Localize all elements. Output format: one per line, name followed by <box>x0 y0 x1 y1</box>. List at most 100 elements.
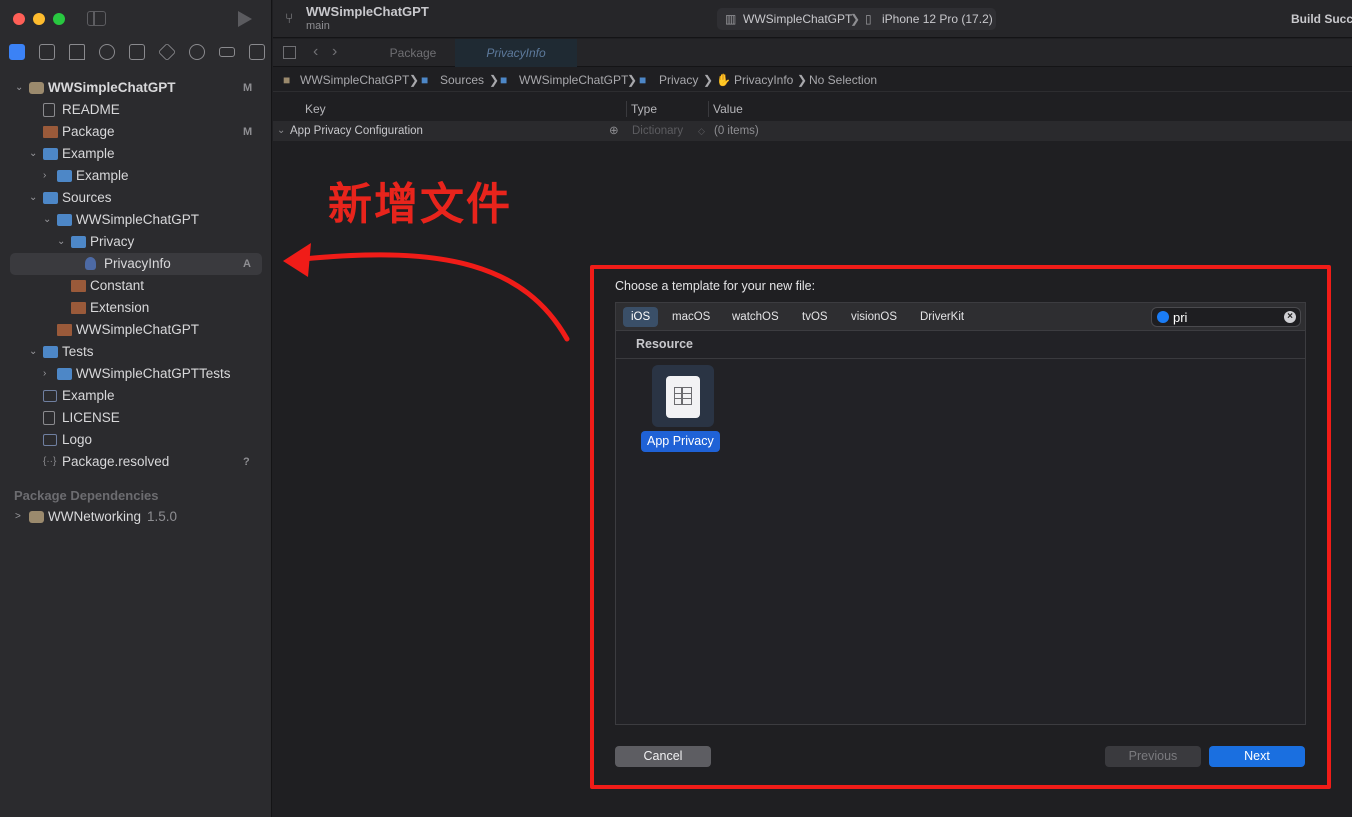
previous-button[interactable]: Previous <box>1105 746 1201 767</box>
issue-icon[interactable] <box>129 44 145 60</box>
breadcrumb-item[interactable]: Sources <box>440 68 484 92</box>
tree-row[interactable]: README <box>0 99 272 121</box>
platform-tab[interactable]: tvOS <box>794 307 836 327</box>
dependency-label: WWNetworking <box>48 509 142 524</box>
platform-tab[interactable]: visionOS <box>843 307 905 327</box>
forward-arrow-icon[interactable]: › <box>332 43 337 61</box>
chevron-down-icon[interactable]: ⌄ <box>57 231 65 253</box>
tree-row[interactable]: › WWSimpleChatGPTTests <box>0 363 272 385</box>
folder-icon <box>57 214 72 226</box>
column-key[interactable]: Key <box>305 98 326 120</box>
tree-row-label: LICENSE <box>62 410 120 425</box>
annotation-arrow-line <box>300 252 570 342</box>
tree-row-label: WWSimpleChatGPTTests <box>76 366 231 381</box>
json-icon: {··} <box>43 456 57 467</box>
column-type[interactable]: Type <box>631 98 657 120</box>
chevron-down-icon[interactable]: ⌄ <box>29 143 37 165</box>
editor-tab-bar: ‹ › Package PrivacyInfo <box>273 39 1352 67</box>
find-icon[interactable] <box>99 44 115 60</box>
tree-row[interactable]: ⌄ Tests <box>0 341 272 363</box>
chevron-down-icon[interactable]: ⌄ <box>15 77 23 99</box>
swift-icon <box>43 126 58 138</box>
tree-row[interactable]: ⌄ WWSimpleChatGPT M <box>0 77 272 99</box>
chevron-down-icon[interactable]: ⌄ <box>29 187 37 209</box>
platform-tab[interactable]: watchOS <box>724 307 787 327</box>
folder-icon <box>71 236 86 248</box>
breadcrumb-item[interactable]: WWSimpleChatGPT <box>519 68 628 92</box>
plist-type[interactable]: Dictionary <box>632 121 683 141</box>
back-arrow-icon[interactable]: ‹ <box>313 43 318 61</box>
tree-row[interactable]: ⌄ Sources <box>0 187 272 209</box>
minimize-window-button[interactable] <box>33 13 45 25</box>
breakpoint-icon[interactable] <box>219 47 235 57</box>
chevron-right-icon: ❯ <box>409 73 420 87</box>
debug-icon[interactable] <box>189 44 205 60</box>
tree-row-label: Tests <box>62 344 94 359</box>
report-icon[interactable] <box>249 44 265 60</box>
tree-row[interactable]: LICENSE <box>0 407 272 429</box>
platform-tab[interactable]: DriverKit <box>912 307 972 327</box>
platform-tab[interactable]: iOS <box>623 307 659 327</box>
tree-row[interactable]: WWSimpleChatGPT <box>0 319 272 341</box>
tab-privacyinfo[interactable]: PrivacyInfo <box>455 39 577 67</box>
tree-row[interactable]: ⌄ Example <box>0 143 272 165</box>
package-icon <box>29 82 44 94</box>
breadcrumb-item[interactable]: Privacy <box>659 68 698 92</box>
section-title: Resource <box>636 337 693 351</box>
breadcrumb-item[interactable]: PrivacyInfo <box>734 68 793 92</box>
tree-row[interactable]: › Example <box>0 165 272 187</box>
chevron-right-icon[interactable]: › <box>43 363 46 385</box>
tree-row[interactable]: Logo <box>0 429 272 451</box>
tree-row[interactable]: {··} Package.resolved? <box>0 451 272 473</box>
tree-row[interactable]: Extension <box>0 297 272 319</box>
plist-row[interactable]: ⌄ App Privacy Configuration ⊕ Dictionary… <box>273 121 1352 141</box>
chevron-right-icon[interactable]: › <box>43 165 46 187</box>
folder-navigator-icon[interactable] <box>9 44 25 60</box>
tree-row[interactable]: PrivacyInfo A <box>10 253 262 275</box>
run-icon[interactable] <box>238 11 252 27</box>
filter-icon <box>1157 311 1169 323</box>
tree-row-label: Example <box>76 168 129 183</box>
next-button[interactable]: Next <box>1209 746 1305 767</box>
source-control-icon[interactable] <box>39 44 55 60</box>
tree-row[interactable]: Example <box>0 385 272 407</box>
tree-row[interactable]: Constant <box>0 275 272 297</box>
chevron-right-icon[interactable]: > <box>15 506 21 528</box>
stepper-icon[interactable]: ◇ <box>698 121 705 141</box>
bookmark-icon[interactable] <box>69 44 85 60</box>
column-value[interactable]: Value <box>713 98 743 120</box>
status-badge: ? <box>243 456 250 468</box>
chevron-down-icon[interactable]: ⌄ <box>29 341 37 363</box>
scheme-selector[interactable]: ▥ WWSimpleChatGPT ❯ ▯ iPhone 12 Pro (17.… <box>717 8 996 30</box>
sidebar-toggle-icon[interactable] <box>87 11 106 26</box>
folder-icon <box>43 192 58 204</box>
grid-icon[interactable] <box>283 46 296 59</box>
xcode-window: ⌄ WWSimpleChatGPT M README Package M ⌄ Example ›… <box>0 0 1352 817</box>
tree-row[interactable]: ⌄ WWSimpleChatGPT <box>0 209 272 231</box>
platform-tab[interactable]: macOS <box>664 307 718 327</box>
tree-row[interactable]: ⌄ Privacy <box>0 231 272 253</box>
tree-row-label: Example <box>62 388 115 403</box>
test-icon[interactable] <box>157 42 177 62</box>
tab-package[interactable]: Package <box>373 39 453 67</box>
breadcrumb-item[interactable]: No Selection <box>809 68 877 92</box>
clear-search-icon[interactable]: × <box>1284 311 1296 323</box>
branch-icon: ⑂ <box>285 10 294 26</box>
add-item-icon[interactable]: ⊕ <box>609 121 619 141</box>
breadcrumb-item[interactable]: WWSimpleChatGPT <box>300 68 409 92</box>
package-icon: ■ <box>283 73 291 87</box>
tree-row-label: WWSimpleChatGPT <box>76 322 200 337</box>
chevron-right-icon: ❯ <box>627 73 638 87</box>
search-input[interactable]: pri <box>1173 308 1187 327</box>
close-window-button[interactable] <box>13 13 25 25</box>
template-search[interactable]: pri × <box>1151 307 1301 327</box>
dependency-row[interactable]: > WWNetworking 1.5.0 <box>0 506 272 528</box>
template-label[interactable]: App Privacy <box>641 431 720 452</box>
chevron-down-icon[interactable]: ⌄ <box>277 121 285 141</box>
cancel-button[interactable]: Cancel <box>615 746 711 767</box>
chevron-down-icon[interactable]: ⌄ <box>43 209 51 231</box>
swift-icon <box>71 302 86 314</box>
zoom-window-button[interactable] <box>53 13 65 25</box>
tree-row[interactable]: Package M <box>0 121 272 143</box>
template-app-privacy[interactable] <box>652 365 714 427</box>
